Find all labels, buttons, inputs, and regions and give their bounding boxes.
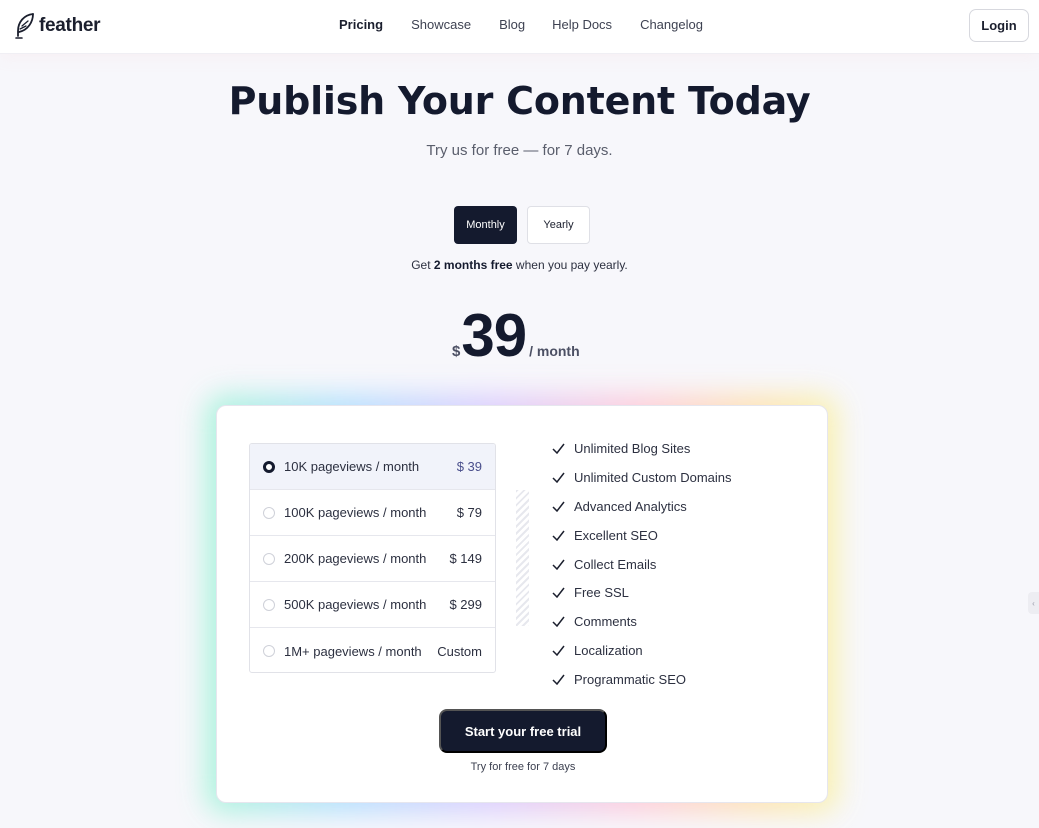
login-button[interactable]: Login xyxy=(969,9,1029,42)
plan-option-price: $ 79 xyxy=(456,505,482,520)
feature-label: Localization xyxy=(574,643,643,659)
feature-label: Programmatic SEO xyxy=(574,672,686,688)
plan-option-500k[interactable]: 500K pageviews / month $ 299 xyxy=(250,582,495,628)
yearly-toggle-button[interactable]: Yearly xyxy=(527,206,590,244)
price-amount: 39 xyxy=(461,302,527,369)
checkmark-icon xyxy=(552,559,565,570)
decorative-stripe-divider xyxy=(516,490,529,626)
feature-item: Comments xyxy=(552,607,732,636)
plan-option-price: $ 299 xyxy=(449,597,482,612)
radio-selected-icon[interactable] xyxy=(263,460,275,473)
feature-item: Excellent SEO xyxy=(552,521,732,550)
checkmark-icon xyxy=(552,616,565,628)
promo-highlight: 2 months free xyxy=(433,258,513,272)
promo-prefix: Get xyxy=(411,258,434,272)
nav-item-blog[interactable]: Blog xyxy=(499,17,525,32)
feature-label: Free SSL xyxy=(574,585,629,601)
page-subtitle: Try us for free — for 7 days. xyxy=(426,142,613,159)
brand-name: feather xyxy=(39,15,101,36)
nav-item-showcase[interactable]: Showcase xyxy=(411,17,471,32)
checkmark-icon xyxy=(552,443,565,454)
feature-label: Excellent SEO xyxy=(574,527,658,543)
plan-option-label: 100K pageviews / month xyxy=(284,505,427,520)
checkmark-icon xyxy=(552,587,565,599)
plan-options-list: 10K pageviews / month $ 39 100K pageview… xyxy=(249,443,496,673)
plan-option-label: 10K pageviews / month xyxy=(284,459,420,474)
feature-item: Collect Emails xyxy=(552,550,732,579)
side-collapse-tab[interactable]: ‹ xyxy=(1028,592,1039,614)
billing-period-toggle: Monthly Yearly xyxy=(454,206,590,244)
chevron-left-icon: ‹ xyxy=(1032,598,1035,608)
plan-option-price: $ 149 xyxy=(449,551,482,566)
plan-option-100k[interactable]: 100K pageviews / month $ 79 xyxy=(250,490,495,536)
main-nav: Pricing Showcase Blog Help Docs Changelo… xyxy=(339,17,703,32)
yearly-promo-text: Get 2 months free when you pay yearly. xyxy=(0,258,1039,272)
feature-item: Programmatic SEO xyxy=(552,665,732,694)
feature-item: Unlimited Blog Sites xyxy=(552,434,732,463)
plan-option-label: 500K pageviews / month xyxy=(284,597,427,612)
plan-option-1m-plus[interactable]: 1M+ pageviews / month Custom xyxy=(250,628,495,672)
feature-label: Unlimited Custom Domains xyxy=(574,469,732,485)
plan-option-200k[interactable]: 200K pageviews / month $ 149 xyxy=(250,536,495,582)
feature-item: Advanced Analytics xyxy=(552,492,732,521)
checkmark-icon xyxy=(552,645,565,657)
feature-item: Localization xyxy=(552,636,732,665)
plan-option-price: $ 39 xyxy=(456,459,482,474)
radio-unselected-icon[interactable] xyxy=(263,598,275,611)
feature-label: Advanced Analytics xyxy=(574,498,687,514)
pricing-card: 10K pageviews / month $ 39 100K pageview… xyxy=(216,405,828,803)
checkmark-icon xyxy=(552,472,565,483)
radio-unselected-icon[interactable] xyxy=(263,552,275,565)
feature-list: Unlimited Blog Sites Unlimited Custom Do… xyxy=(552,434,732,694)
brand-logo[interactable]: feather xyxy=(14,12,101,40)
radio-unselected-icon[interactable] xyxy=(263,645,275,657)
price-period: / month xyxy=(529,343,580,359)
start-free-trial-button[interactable]: Start your free trial xyxy=(439,709,607,753)
price-currency: $ xyxy=(452,343,461,360)
monthly-toggle-button[interactable]: Monthly xyxy=(454,206,517,244)
nav-item-pricing[interactable]: Pricing xyxy=(339,17,383,32)
feature-item: Unlimited Custom Domains xyxy=(552,463,732,492)
checkmark-icon xyxy=(552,501,565,512)
trial-note: Try for free for 7 days xyxy=(470,761,576,773)
promo-suffix: when you pay yearly. xyxy=(512,258,628,272)
checkmark-icon xyxy=(552,530,565,541)
radio-unselected-icon[interactable] xyxy=(263,506,275,519)
plan-option-label: 200K pageviews / month xyxy=(284,551,427,566)
pricing-page: feather Pricing Showcase Blog Help Docs … xyxy=(0,0,1039,828)
feature-label: Comments xyxy=(574,614,637,630)
nav-item-changelog[interactable]: Changelog xyxy=(640,17,703,32)
feather-logo-icon xyxy=(15,13,34,39)
price-display: $ 39 / month xyxy=(452,300,580,372)
feature-label: Unlimited Blog Sites xyxy=(574,440,691,456)
checkmark-icon xyxy=(552,674,565,686)
plan-option-label: 1M+ pageviews / month xyxy=(284,643,422,659)
top-navigation-bar: feather Pricing Showcase Blog Help Docs … xyxy=(0,0,1039,54)
nav-item-help-docs[interactable]: Help Docs xyxy=(552,17,612,32)
plan-option-10k[interactable]: 10K pageviews / month $ 39 xyxy=(250,444,495,490)
page-title: Publish Your Content Today xyxy=(228,79,811,123)
feature-item: Free SSL xyxy=(552,578,732,607)
feature-label: Collect Emails xyxy=(574,556,657,572)
plan-option-price: Custom xyxy=(437,643,482,659)
